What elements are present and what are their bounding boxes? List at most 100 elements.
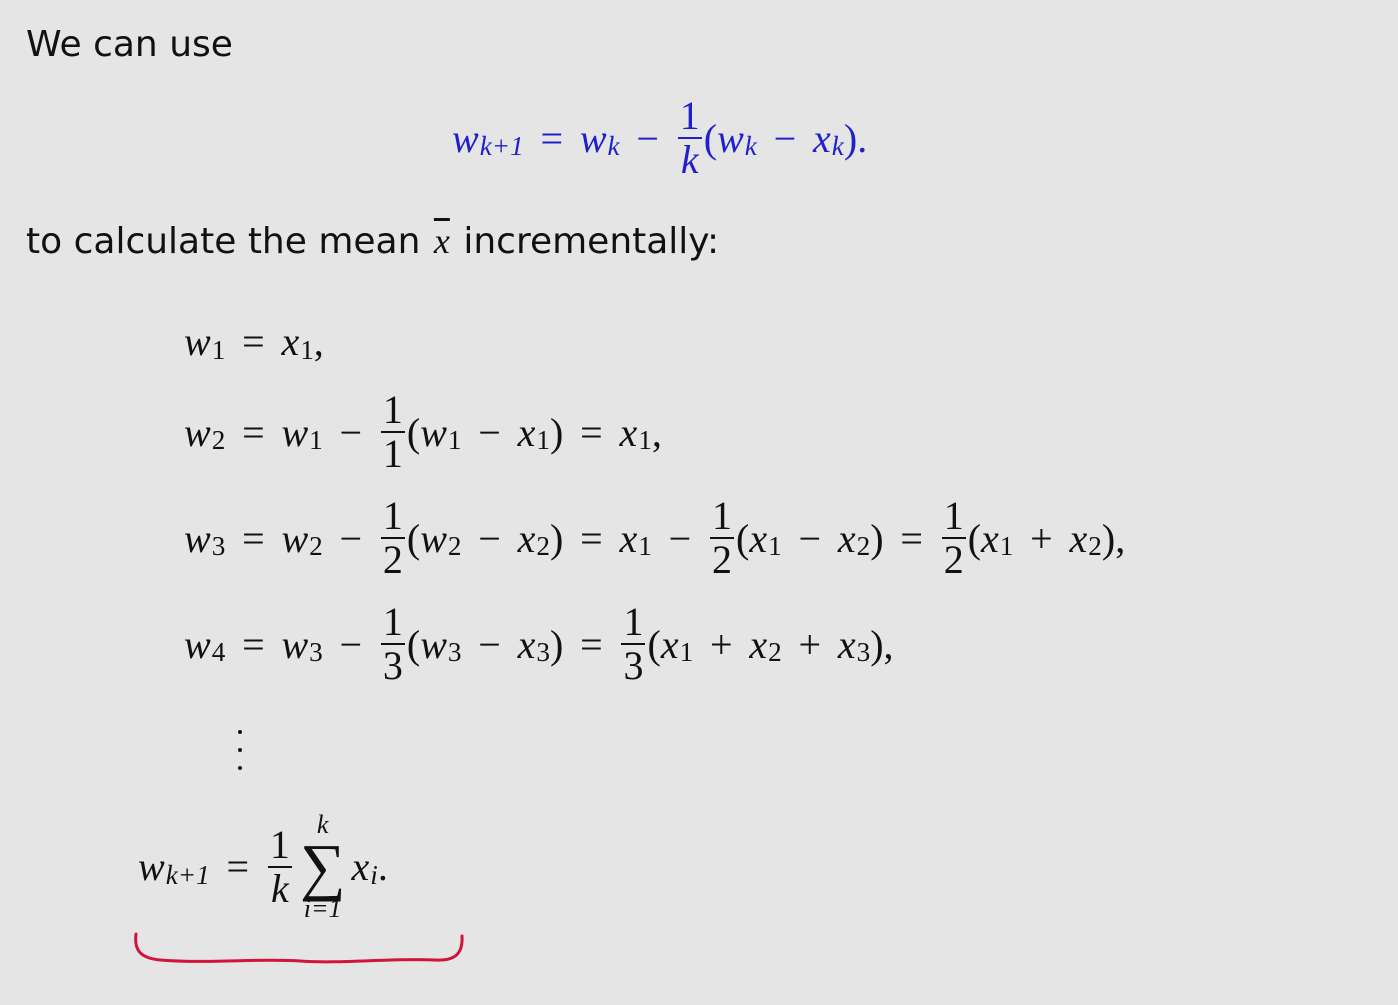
update-rule-equation: w k+1 = wk − 1 k (w k − x k). xyxy=(452,96,867,180)
dot xyxy=(238,730,242,734)
denominator: 3 xyxy=(623,643,644,688)
numerator: 1 xyxy=(621,599,646,645)
denominator: 1 xyxy=(382,431,403,476)
var: w xyxy=(184,621,211,667)
minus-sign: − xyxy=(478,409,501,455)
equals-sign: = xyxy=(900,515,923,561)
var: w xyxy=(717,115,744,161)
paren-open: ( xyxy=(406,409,421,455)
fraction: 13 xyxy=(621,599,646,688)
equals-sign: = xyxy=(242,319,265,364)
punctuation: . xyxy=(377,844,388,890)
var: x xyxy=(981,515,999,561)
var: x xyxy=(517,621,536,667)
var: x xyxy=(619,409,638,455)
subscript: k xyxy=(607,131,620,162)
minus-sign: − xyxy=(339,409,363,455)
paren-open: ( xyxy=(703,115,718,161)
equals-sign: = xyxy=(580,515,603,561)
red-underbrace-annotation xyxy=(134,932,464,964)
fraction: 11 xyxy=(380,387,405,476)
var: x xyxy=(517,409,536,455)
paren-open: ( xyxy=(967,515,982,561)
var: w xyxy=(420,621,447,667)
equals-sign: = xyxy=(580,621,603,667)
var: w xyxy=(420,515,447,561)
equation-line-3: w3 = w2 − 12 (w 2 − x 2) = x1 − 12 (x 1 − x… xyxy=(184,496,1125,580)
var: w xyxy=(281,409,309,455)
var: w xyxy=(420,409,447,455)
subscript: 1 xyxy=(309,425,323,456)
subscript: 3 xyxy=(536,637,550,668)
paren-close: ). xyxy=(843,115,868,161)
subscript: k xyxy=(831,131,844,162)
middle-text: to calculate the mean x incrementally: xyxy=(26,220,719,262)
var: x xyxy=(749,621,768,667)
numerator: 1 xyxy=(710,493,734,539)
numerator: 1 xyxy=(380,599,405,645)
var: w xyxy=(138,844,165,890)
paren-close: ) xyxy=(550,621,564,667)
subscript: 1 xyxy=(211,334,226,365)
equals-sign: = xyxy=(580,409,603,455)
fraction: 12 xyxy=(380,493,405,582)
subscript: 2 xyxy=(768,637,782,668)
paren-open: ( xyxy=(406,621,421,667)
var: w xyxy=(579,115,607,161)
equals-sign: = xyxy=(242,409,265,455)
final-equation: w k+1 = 1k k ∑ i=1 xi. xyxy=(138,812,388,922)
plus-sign: + xyxy=(798,621,822,667)
subscript: 2 xyxy=(536,531,550,562)
subscript: 1 xyxy=(768,531,782,562)
denominator: 3 xyxy=(382,643,403,688)
sum-lower-limit: i=1 xyxy=(303,893,342,923)
equation-line-1: w1 = x1, xyxy=(184,318,324,365)
equation-line-4: w4 = w3 − 13 (w 3 − x 3) = 13 (x 1 + x2 + x… xyxy=(184,602,894,686)
numerator: 1 xyxy=(677,93,702,139)
subscript: i xyxy=(370,860,378,890)
minus-sign: − xyxy=(478,515,501,561)
brace-stroke xyxy=(134,932,464,964)
paren-open: ( xyxy=(406,515,421,561)
denominator: 2 xyxy=(712,537,732,582)
var: w xyxy=(281,621,309,667)
punctuation: , xyxy=(313,319,324,364)
var: x xyxy=(351,844,370,890)
subscript: 1 xyxy=(300,334,314,365)
numerator: 1 xyxy=(380,493,405,539)
fraction: 1 k xyxy=(677,93,702,182)
equals-sign: = xyxy=(226,844,250,890)
var: x xyxy=(749,515,768,561)
denominator: 2 xyxy=(382,537,403,582)
var: x xyxy=(813,115,831,161)
subscript: 1 xyxy=(679,637,694,668)
subscript: k xyxy=(744,131,757,162)
numerator: 1 xyxy=(941,493,966,539)
paren-open: ( xyxy=(736,515,750,561)
minus-sign: − xyxy=(478,621,501,667)
fraction: 12 xyxy=(710,496,734,580)
numerator: 1 xyxy=(380,387,405,433)
paren-close: ) xyxy=(550,515,564,561)
minus-sign: − xyxy=(636,115,659,161)
var: w xyxy=(184,515,211,561)
subscript: 2 xyxy=(1088,531,1102,562)
var: x xyxy=(517,515,536,561)
paren-open: ( xyxy=(647,621,661,667)
plus-sign: + xyxy=(709,621,733,667)
var: x xyxy=(660,621,679,667)
subscript: 3 xyxy=(211,531,226,562)
minus-sign: − xyxy=(668,515,692,561)
equals-sign: = xyxy=(242,515,265,561)
mean-symbol: x xyxy=(433,221,450,261)
subscript: 1 xyxy=(638,531,652,562)
denominator: k xyxy=(680,137,699,182)
var: w xyxy=(184,319,211,364)
paren-close: ) xyxy=(870,515,884,561)
dot xyxy=(238,748,242,752)
var: x xyxy=(837,621,856,667)
punctuation: , xyxy=(651,409,662,455)
subscript: 2 xyxy=(447,531,462,562)
subscript: 2 xyxy=(856,531,871,562)
intro-text: We can use xyxy=(26,24,233,65)
